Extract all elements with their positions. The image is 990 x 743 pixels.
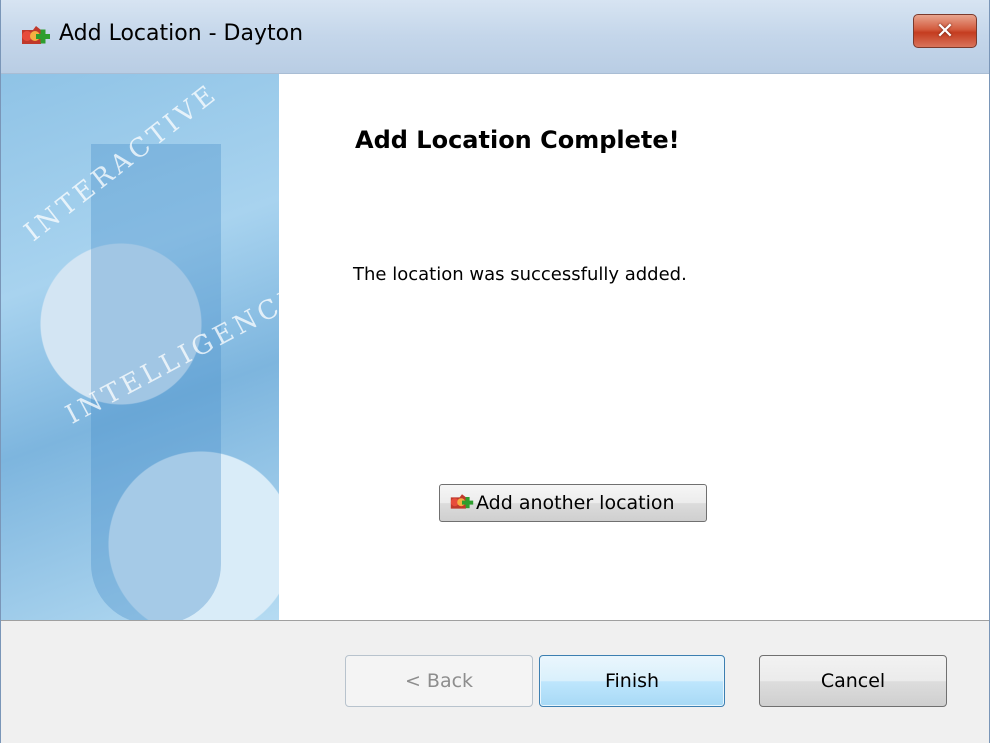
add-location-icon bbox=[448, 491, 476, 515]
window-title: Add Location - Dayton bbox=[59, 21, 304, 46]
close-icon: ✕ bbox=[935, 18, 955, 44]
close-button[interactable]: ✕ bbox=[913, 14, 977, 48]
add-another-location-button[interactable]: Add another location bbox=[439, 484, 707, 522]
cancel-button[interactable]: Cancel bbox=[759, 655, 947, 707]
page-title: Add Location Complete! bbox=[355, 126, 680, 154]
add-location-dialog: Add Location - Dayton ✕ INTERACTIVE INTE… bbox=[0, 0, 990, 743]
add-another-location-label: Add another location bbox=[476, 492, 675, 514]
finish-button[interactable]: Finish bbox=[539, 655, 725, 707]
dialog-footer: < Back Finish Cancel bbox=[1, 620, 989, 743]
title-bar: Add Location - Dayton ✕ bbox=[1, 0, 989, 74]
add-location-icon bbox=[19, 22, 53, 52]
content-pane: Add Location Complete! The location was … bbox=[279, 74, 989, 620]
status-message: The location was successfully added. bbox=[353, 264, 687, 285]
side-banner-image: INTERACTIVE INTELLIGENCE bbox=[1, 74, 279, 620]
back-button[interactable]: < Back bbox=[345, 655, 533, 707]
